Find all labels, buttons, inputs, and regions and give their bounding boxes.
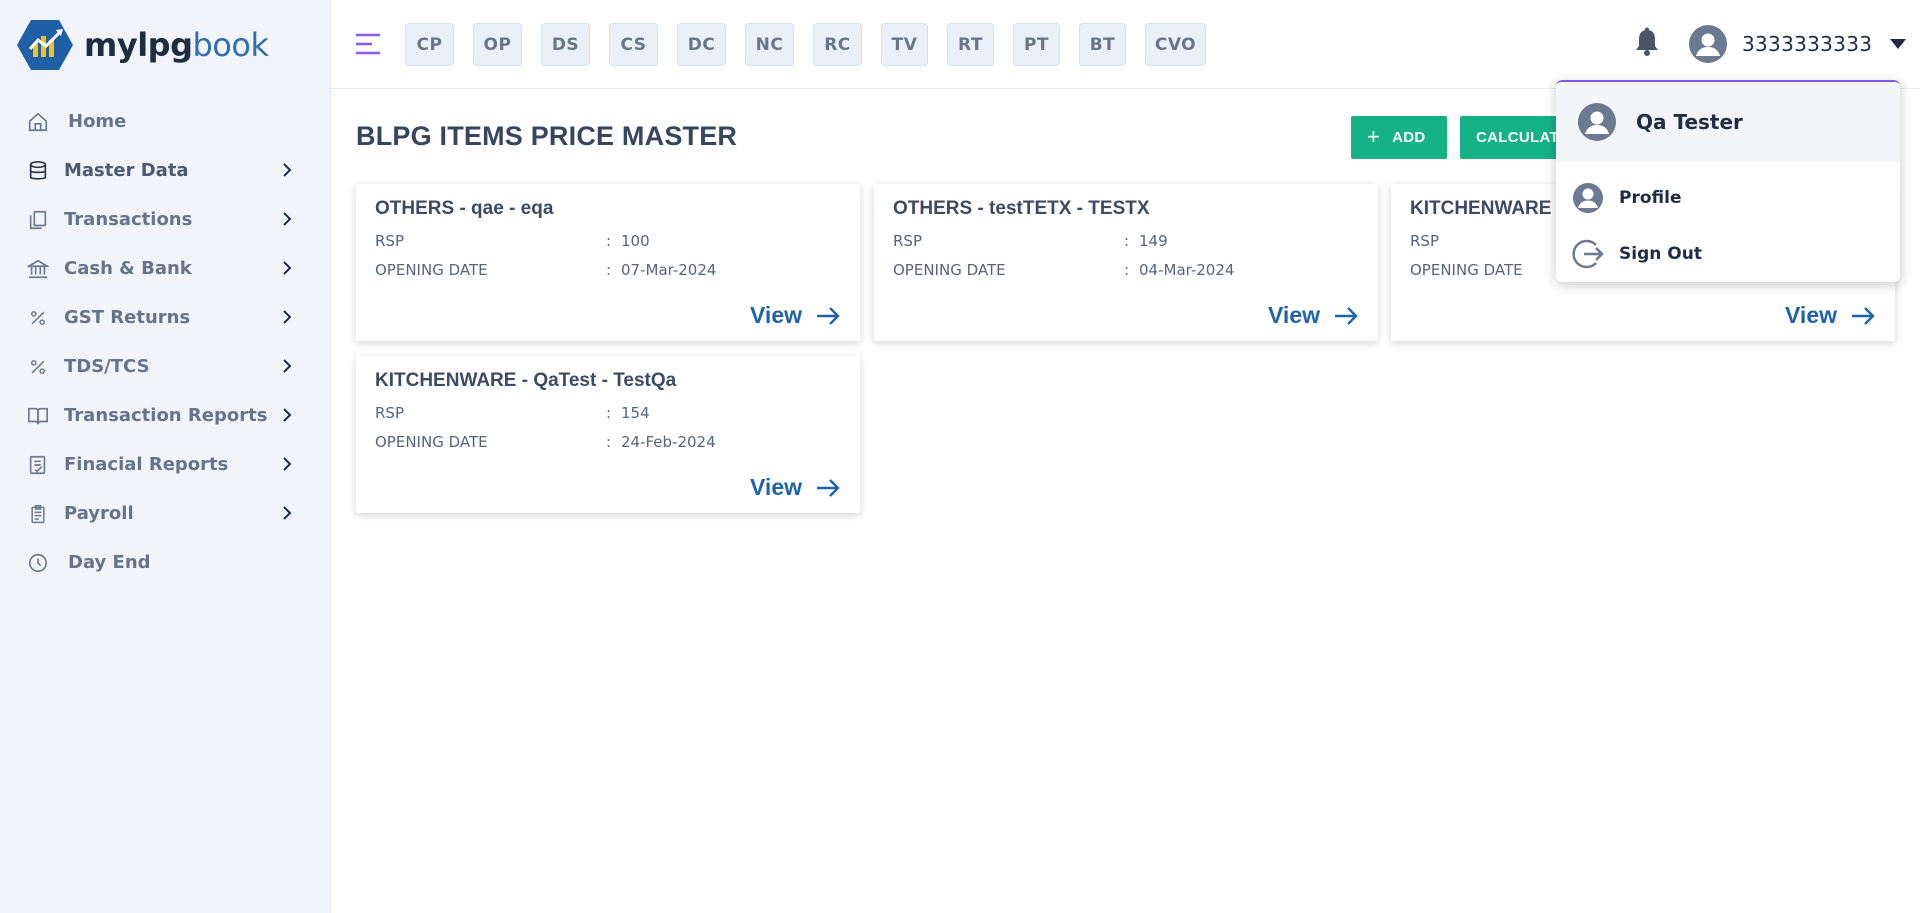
arrow-right-icon <box>1335 306 1358 325</box>
clipboard-icon <box>26 502 50 526</box>
page-title: BLPG ITEMS PRICE MASTER <box>356 121 738 151</box>
card-title: OTHERS - qae - eqa <box>375 198 554 219</box>
sidebar-item-label: Cash & Bank <box>64 258 192 279</box>
price-card: OTHERS - testTETX - TESTX RSP:149 OPENIN… <box>874 184 1378 341</box>
chevron-right-icon <box>283 408 292 422</box>
rsp-row: RSP:100 <box>375 232 650 250</box>
opening-date-row: OPENING DATE:07-Mar-2024 <box>375 261 717 279</box>
view-link[interactable]: View <box>750 302 840 329</box>
arrow-right-icon <box>817 478 840 497</box>
chip-tv[interactable]: TV <box>881 23 928 66</box>
brand-logo[interactable]: mylpgbook <box>16 16 269 74</box>
menu-icon[interactable] <box>355 33 381 55</box>
sidebar-item-label: Day End <box>68 552 151 573</box>
sidebar-item-label: Home <box>68 111 127 132</box>
sidebar: mylpgbook Home Master Data Transactions <box>0 0 331 913</box>
sidebar-nav: Home Master Data Transactions Cash & Ban… <box>0 97 331 587</box>
clock-icon <box>26 551 50 575</box>
chevron-right-icon <box>283 359 292 373</box>
dropdown-header: Qa Tester <box>1556 82 1900 162</box>
chevron-right-icon <box>283 163 292 177</box>
opening-date-row: OPENING DATE:24-Feb-2024 <box>375 433 716 451</box>
avatar <box>1689 25 1727 63</box>
view-link[interactable]: View <box>1785 302 1875 329</box>
opening-date-row: OPENING DATE:04-Mar-2024 <box>893 261 1235 279</box>
chip-pt[interactable]: PT <box>1013 23 1060 66</box>
percent-icon <box>26 306 50 330</box>
sidebar-item-tds-tcs[interactable]: TDS/TCS <box>0 342 331 391</box>
sidebar-item-cash-bank[interactable]: Cash & Bank <box>0 244 331 293</box>
card-title: KITCHENWARE - QaTest - TestQa <box>375 370 677 391</box>
sidebar-item-financial-reports[interactable]: Finacial Reports <box>0 440 331 489</box>
shortcut-chips: CP OP DS CS DC NC RC TV RT PT BT CVO <box>405 23 1225 66</box>
sidebar-item-label: GST Returns <box>64 307 191 328</box>
bank-icon <box>26 257 50 281</box>
rsp-row: RSP:154 <box>375 404 650 422</box>
profile-label: Profile <box>1619 188 1682 208</box>
sidebar-item-label: Transaction Reports <box>64 405 268 426</box>
sidebar-item-transaction-reports[interactable]: Transaction Reports <box>0 391 331 440</box>
logo-icon <box>17 20 73 70</box>
chevron-right-icon <box>283 457 292 471</box>
user-menu-toggle[interactable]: 3333333333 <box>1689 24 1907 64</box>
top-bar: CP OP DS CS DC NC RC TV RT PT BT CVO 333… <box>331 0 1920 89</box>
sidebar-item-gst-returns[interactable]: GST Returns <box>0 293 331 342</box>
view-link[interactable]: View <box>750 474 840 501</box>
chevron-right-icon <box>283 261 292 275</box>
price-card: OTHERS - qae - eqa RSP:100 OPENING DATE:… <box>356 184 860 341</box>
home-icon <box>26 110 50 134</box>
caret-down-icon <box>1890 39 1907 49</box>
sidebar-item-label: Finacial Reports <box>64 454 229 475</box>
user-circle-icon <box>1573 183 1603 213</box>
rsp-row: RSP:149 <box>893 232 1168 250</box>
book-icon <box>26 404 50 428</box>
chevron-right-icon <box>283 310 292 324</box>
chip-cvo[interactable]: CVO <box>1145 23 1206 66</box>
sidebar-item-home[interactable]: Home <box>0 97 331 146</box>
documents-icon <box>26 208 50 232</box>
card-title: OTHERS - testTETX - TESTX <box>893 198 1150 219</box>
chip-cp[interactable]: CP <box>405 23 454 66</box>
arrow-right-icon <box>817 306 840 325</box>
chip-rt[interactable]: RT <box>947 23 994 66</box>
user-dropdown: Qa Tester Profile Sign Out <box>1556 80 1900 282</box>
avatar <box>1578 103 1616 141</box>
plus-icon: + <box>1367 123 1381 149</box>
sidebar-item-label: Master Data <box>64 160 189 181</box>
chip-dc[interactable]: DC <box>677 23 726 66</box>
sign-out-menu-item[interactable]: Sign Out <box>1556 226 1900 282</box>
chip-nc[interactable]: NC <box>745 23 794 66</box>
chevron-right-icon <box>283 212 292 226</box>
add-button[interactable]: + ADD <box>1351 116 1447 159</box>
chip-op[interactable]: OP <box>473 23 522 66</box>
sidebar-item-label: Transactions <box>64 209 193 230</box>
chevron-right-icon <box>283 506 292 520</box>
sidebar-item-master-data[interactable]: Master Data <box>0 146 331 195</box>
brand-name: mylpgbook <box>84 26 269 64</box>
chip-ds[interactable]: DS <box>541 23 590 66</box>
database-icon <box>26 159 50 183</box>
percent-icon <box>26 355 50 379</box>
price-card: KITCHENWARE - QaTest - TestQa RSP:154 OP… <box>356 356 860 513</box>
sidebar-item-label: TDS/TCS <box>64 356 150 377</box>
report-icon <box>26 453 50 477</box>
sidebar-item-payroll[interactable]: Payroll <box>0 489 331 538</box>
sign-out-icon <box>1572 239 1604 269</box>
sidebar-item-day-end[interactable]: Day End <box>0 538 331 587</box>
sign-out-label: Sign Out <box>1619 244 1702 264</box>
profile-menu-item[interactable]: Profile <box>1556 170 1900 226</box>
view-link[interactable]: View <box>1268 302 1358 329</box>
chip-rc[interactable]: RC <box>813 23 862 66</box>
user-id: 3333333333 <box>1742 32 1873 56</box>
sidebar-item-transactions[interactable]: Transactions <box>0 195 331 244</box>
arrow-right-icon <box>1852 306 1875 325</box>
card-title: KITCHENWARE - <box>1410 198 1564 219</box>
chip-bt[interactable]: BT <box>1079 23 1126 66</box>
bell-icon[interactable] <box>1631 26 1663 58</box>
user-display-name: Qa Tester <box>1636 110 1743 134</box>
add-button-label: ADD <box>1392 129 1426 146</box>
sidebar-item-label: Payroll <box>64 503 134 524</box>
chip-cs[interactable]: CS <box>609 23 658 66</box>
